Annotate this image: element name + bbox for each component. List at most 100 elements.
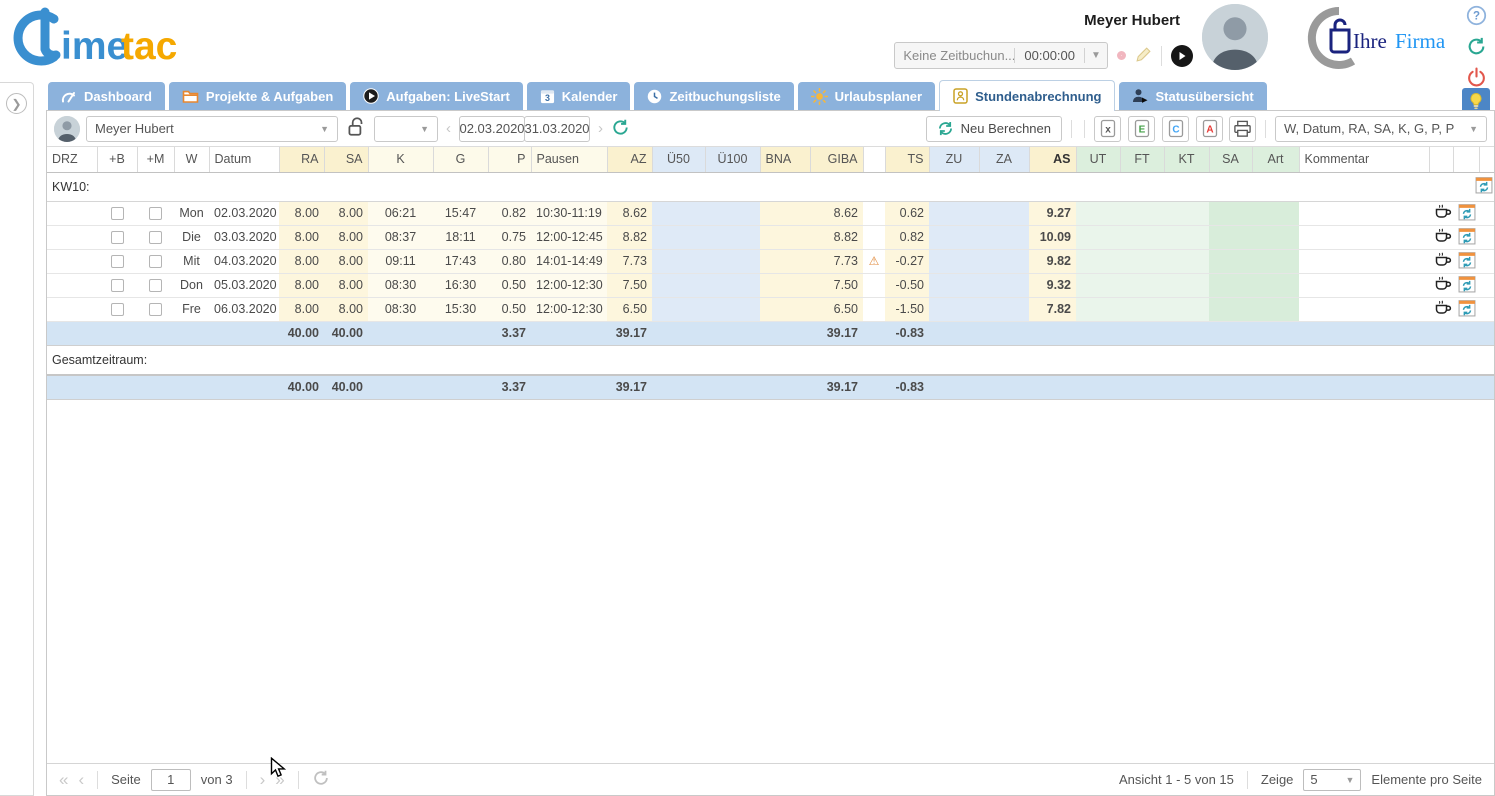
cell-warn xyxy=(863,225,885,249)
coffee-break-icon[interactable] xyxy=(1434,300,1452,318)
tab-urlaubsplaner[interactable]: Urlaubsplaner xyxy=(798,82,935,110)
row-checkbox[interactable] xyxy=(111,207,124,220)
summary-cell-ft xyxy=(1120,321,1164,345)
coffee-break-icon[interactable] xyxy=(1434,276,1452,294)
column-header-ft[interactable]: FT xyxy=(1120,147,1164,172)
tab-zeitbuchungsliste[interactable]: Zeitbuchungsliste xyxy=(634,82,793,110)
last-page-icon[interactable]: » xyxy=(275,771,284,788)
first-page-icon[interactable]: « xyxy=(59,771,68,788)
row-checkbox[interactable] xyxy=(149,303,162,316)
time-tracker-box[interactable]: Keine Zeitbuchun... 00:00:00 ▼ xyxy=(894,42,1108,69)
coffee-break-icon[interactable] xyxy=(1434,228,1452,246)
tab-aufgaben-livestart[interactable]: Aufgaben: LiveStart xyxy=(350,82,523,110)
column-header-zu[interactable]: ZU xyxy=(929,147,979,172)
tab-kalender[interactable]: 3Kalender xyxy=(527,82,631,110)
column-header-g[interactable]: G xyxy=(433,147,488,172)
column-header-as[interactable]: AS xyxy=(1029,147,1076,172)
column-header-u100[interactable]: Ü100 xyxy=(705,147,760,172)
column-header-kommentar[interactable]: Kommentar xyxy=(1299,147,1429,172)
reload-page-icon[interactable] xyxy=(312,769,330,790)
date-from-input[interactable]: 02.03.2020 xyxy=(459,116,525,142)
column-header-ra[interactable]: RA xyxy=(279,147,324,172)
help-icon[interactable]: ? xyxy=(1466,5,1487,29)
column-header-bna[interactable]: BNA xyxy=(760,147,810,172)
summary-cell-art xyxy=(1252,321,1299,345)
e-export-button[interactable]: E xyxy=(1128,116,1155,142)
edit-pencil-icon[interactable] xyxy=(1135,46,1152,66)
coffee-break-icon[interactable] xyxy=(1434,252,1452,270)
row-checkbox[interactable] xyxy=(111,303,124,316)
column-header-k[interactable]: K xyxy=(368,147,433,172)
sidebar-expand-button[interactable]: ❯ xyxy=(6,93,27,114)
column-header-sa[interactable]: SA xyxy=(324,147,368,172)
column-header-pausen[interactable]: Pausen xyxy=(531,147,607,172)
calendar-sync-icon[interactable] xyxy=(1458,203,1476,224)
column-header-u50[interactable]: Ü50 xyxy=(652,147,705,172)
next-period-icon[interactable]: › xyxy=(596,120,605,137)
group-row-actions xyxy=(1453,172,1494,201)
column-header-giba[interactable]: GIBA xyxy=(810,147,863,172)
tab-stundenabrechnung[interactable]: Stundenabrechnung xyxy=(939,80,1115,111)
coffee-break-icon[interactable] xyxy=(1434,204,1452,222)
calendar-sync-icon[interactable] xyxy=(1458,275,1476,296)
row-checkbox[interactable] xyxy=(149,207,162,220)
cell-bna xyxy=(760,273,810,297)
column-header-art[interactable]: Art xyxy=(1252,147,1299,172)
csv-export-button[interactable]: C xyxy=(1162,116,1189,142)
calendar-sync-icon[interactable] xyxy=(1458,299,1476,320)
tab-dashboard[interactable]: Dashboard xyxy=(48,82,165,110)
record-stop-icon[interactable] xyxy=(1117,51,1126,60)
refresh-dates-icon[interactable] xyxy=(611,118,630,140)
cell-k: 06:21 xyxy=(368,201,433,225)
column-header-w[interactable]: W xyxy=(174,147,209,172)
row-checkbox[interactable] xyxy=(111,279,124,292)
chevron-down-icon: ▼ xyxy=(1338,775,1355,785)
calendar-sync-icon[interactable] xyxy=(1458,251,1476,272)
column-header-b[interactable]: +B xyxy=(97,147,137,172)
calendar-sync-icon[interactable] xyxy=(1475,176,1493,197)
cell-ut xyxy=(1076,297,1120,321)
columns-select[interactable]: W, Datum, RA, SA, K, G, P, P ▼ xyxy=(1275,116,1487,142)
column-header-p[interactable]: P xyxy=(488,147,531,172)
pdf-export-button[interactable]: A xyxy=(1196,116,1223,142)
recalculate-button[interactable]: Neu Berechnen xyxy=(926,116,1062,142)
column-header-kt[interactable]: KT xyxy=(1164,147,1209,172)
column-header-m[interactable]: +M xyxy=(137,147,174,172)
row-checkbox[interactable] xyxy=(111,255,124,268)
row-checkbox[interactable] xyxy=(111,231,124,244)
user-select[interactable]: Meyer Hubert ▼ xyxy=(86,116,338,142)
page-size-select[interactable]: 5 ▼ xyxy=(1303,769,1361,791)
column-header-ut[interactable]: UT xyxy=(1076,147,1120,172)
column-header-datum[interactable]: Datum xyxy=(209,147,279,172)
column-header-ts[interactable]: TS xyxy=(885,147,929,172)
column-header-drz[interactable]: DRZ xyxy=(47,147,97,172)
column-header-sa2[interactable]: SA xyxy=(1209,147,1252,172)
excel-export-button[interactable]: x xyxy=(1094,116,1121,142)
reload-icon[interactable] xyxy=(1466,36,1487,60)
tab-statusübersicht[interactable]: Statusübersicht xyxy=(1119,82,1266,110)
prev-period-icon[interactable]: ‹ xyxy=(444,120,453,137)
next-page-icon[interactable]: › xyxy=(260,771,266,788)
calendar-sync-icon[interactable] xyxy=(1458,227,1476,248)
tab-label: Projekte & Aufgaben xyxy=(206,89,333,104)
period-select[interactable]: ▼ xyxy=(374,116,438,142)
date-to-input[interactable]: 31.03.2020 xyxy=(524,116,590,142)
column-header-za[interactable]: ZA xyxy=(979,147,1029,172)
row-checkbox[interactable] xyxy=(149,279,162,292)
print-button[interactable] xyxy=(1229,116,1256,142)
warning-icon[interactable]: ⚠ xyxy=(869,254,880,268)
start-timer-button[interactable] xyxy=(1171,45,1193,67)
column-header-az[interactable]: AZ xyxy=(607,147,652,172)
row-checkbox[interactable] xyxy=(149,231,162,244)
cell-as: 9.82 xyxy=(1029,249,1076,273)
prev-page-icon[interactable]: ‹ xyxy=(78,771,84,788)
tracker-chevron-down-icon[interactable]: ▼ xyxy=(1085,50,1107,61)
cell-ra: 8.00 xyxy=(279,249,324,273)
row-checkbox[interactable] xyxy=(149,255,162,268)
user-avatar[interactable] xyxy=(1202,4,1268,70)
page-number-input[interactable]: 1 xyxy=(151,769,191,791)
summary-cell-u50 xyxy=(652,375,705,399)
lock-open-icon[interactable] xyxy=(347,116,365,141)
cell-kt xyxy=(1164,225,1209,249)
tab-projekte-aufgaben[interactable]: Projekte & Aufgaben xyxy=(169,82,346,110)
